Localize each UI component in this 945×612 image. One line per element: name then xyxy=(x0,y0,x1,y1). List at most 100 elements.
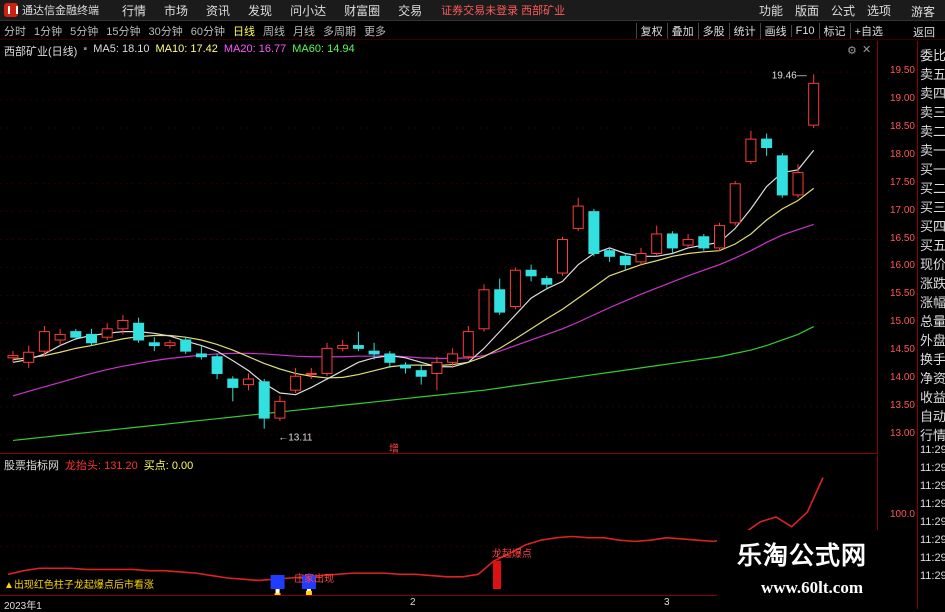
menu-function[interactable]: 功能 xyxy=(753,2,789,19)
candle xyxy=(148,342,160,347)
menu-options[interactable]: 选项 xyxy=(861,2,897,19)
tool-f10[interactable]: F10 xyxy=(790,25,819,37)
price-tick: 16.00 xyxy=(889,260,915,272)
kline-panel[interactable]: 19.46— ←13.11 增 西部矿业(日线) ▪ MA5: 18.10 MA10… xyxy=(0,41,877,454)
tool-draw[interactable]: 画线 xyxy=(759,23,791,39)
ma10-label: MA10: 17.42 xyxy=(155,43,218,55)
settings-icon[interactable]: ⚙ xyxy=(847,44,857,57)
candle xyxy=(384,353,396,363)
menu-market-quotes[interactable]: 行情 xyxy=(113,2,155,19)
menu-layout[interactable]: 版面 xyxy=(789,2,825,19)
signal-label-dragon: 龙起爆点 xyxy=(492,547,532,560)
candle xyxy=(243,378,254,386)
candle xyxy=(117,319,129,330)
back-button[interactable]: 返回 xyxy=(913,24,935,40)
close-icon[interactable]: ✕ xyxy=(862,43,871,56)
side-label: 11:29 xyxy=(920,534,945,546)
watermark-url: www.60lt.com xyxy=(761,578,863,597)
app-title: 通达信金融终端 xyxy=(22,5,99,17)
legend-icon: ▪ xyxy=(83,43,88,55)
side-label: 11:29 xyxy=(920,552,945,564)
candle xyxy=(478,289,490,330)
price-tick: 17.50 xyxy=(889,176,915,188)
ma20-label: MA20: 16.77 xyxy=(223,43,287,55)
period-monthly[interactable]: 月线 xyxy=(289,23,319,39)
period-15min[interactable]: 15分钟 xyxy=(102,23,144,39)
candle xyxy=(23,351,35,363)
candle xyxy=(572,205,584,229)
candle xyxy=(462,331,474,358)
candle xyxy=(588,211,600,254)
ma20-line xyxy=(12,223,814,397)
indicator-note: ▲出现红色柱子龙起爆点后市看涨 xyxy=(4,578,154,591)
period-multi[interactable]: 多周期 xyxy=(319,23,360,39)
side-label: 外盘 xyxy=(920,333,945,348)
tool-multi-stock[interactable]: 多股 xyxy=(697,23,729,39)
watermark: 乐淘公式网 www.60lt.com xyxy=(717,530,917,605)
menu-formula[interactable]: 公式 xyxy=(825,2,861,19)
side-label: 涨幅 xyxy=(920,295,945,310)
tool-stats[interactable]: 统计 xyxy=(728,23,760,39)
candle xyxy=(635,253,647,263)
tool-mark[interactable]: 标记 xyxy=(818,23,850,39)
period-30min[interactable]: 30分钟 xyxy=(145,23,187,39)
menu-discover[interactable]: 发现 xyxy=(239,2,281,19)
candle xyxy=(133,322,145,341)
candle xyxy=(54,333,66,341)
period-5min[interactable]: 5分钟 xyxy=(66,23,102,39)
side-label: 11:29 xyxy=(920,570,945,582)
tool-adjust[interactable]: 复权 xyxy=(635,23,667,39)
side-label: 买五 xyxy=(920,238,945,253)
candle xyxy=(714,225,725,249)
candle xyxy=(776,155,788,196)
price-tick: 15.50 xyxy=(889,288,915,300)
time-label-mar: 3 xyxy=(664,597,670,608)
period-daily[interactable]: 日线 xyxy=(229,23,259,39)
candle xyxy=(682,239,694,246)
signal-label-dealer: 庄家出现 xyxy=(294,572,334,585)
candle xyxy=(729,183,741,224)
candle xyxy=(38,331,50,352)
candle xyxy=(274,400,286,419)
side-label: 自动 xyxy=(920,409,945,424)
kline-chart[interactable]: 19.46— ←13.11 增 xyxy=(0,41,877,454)
candle xyxy=(7,355,19,359)
menu-ask[interactable]: 问小达 xyxy=(281,2,335,19)
price-tick: 17.00 xyxy=(889,204,915,216)
chart-tools: 复权 叠加 多股 统计 画线 F10 标记 +自选 xyxy=(635,22,887,40)
side-label: 总量 xyxy=(920,314,945,329)
candle xyxy=(305,372,317,375)
candle xyxy=(557,239,568,274)
side-label: 11:29 xyxy=(920,462,945,474)
tool-add-watchlist[interactable]: +自选 xyxy=(849,23,887,39)
side-label: 买四 xyxy=(920,219,945,234)
side-label: 卖一 xyxy=(920,143,945,158)
time-label-feb: 2 xyxy=(410,597,416,608)
period-weekly[interactable]: 周线 xyxy=(259,23,289,39)
side-label: 11:29 xyxy=(920,498,945,510)
menu-market[interactable]: 市场 xyxy=(155,2,197,19)
ma5-label: MA5: 18.10 xyxy=(93,43,150,55)
tool-overlay[interactable]: 叠加 xyxy=(666,23,698,39)
menu-wealth[interactable]: 财富圈 xyxy=(335,2,389,19)
menu-trade[interactable]: 交易 xyxy=(389,2,431,19)
price-tick: 19.50 xyxy=(889,65,915,77)
side-label: 买三 xyxy=(920,200,945,215)
guest-button[interactable]: 游客 xyxy=(911,3,935,20)
candle xyxy=(619,255,631,266)
chart-legend: 西部矿业(日线) ▪ MA5: 18.10 MA10: 17.42 MA20: … xyxy=(4,43,355,59)
side-label: 卖二 xyxy=(920,124,945,139)
side-label: 行情 xyxy=(920,428,945,443)
period-more[interactable]: 更多 xyxy=(360,23,390,39)
price-tick: 13.50 xyxy=(889,399,915,411)
menu-news[interactable]: 资讯 xyxy=(197,2,239,19)
high-annotation: 19.46— xyxy=(772,70,807,81)
side-label: 现价 xyxy=(920,257,945,272)
candle xyxy=(180,339,192,352)
period-timeshare[interactable]: 分时 xyxy=(0,23,30,39)
candle xyxy=(352,345,364,349)
signal-marker: 增 xyxy=(389,442,399,454)
candle xyxy=(431,361,443,374)
period-1min[interactable]: 1分钟 xyxy=(30,23,66,39)
period-60min[interactable]: 60分钟 xyxy=(187,23,229,39)
